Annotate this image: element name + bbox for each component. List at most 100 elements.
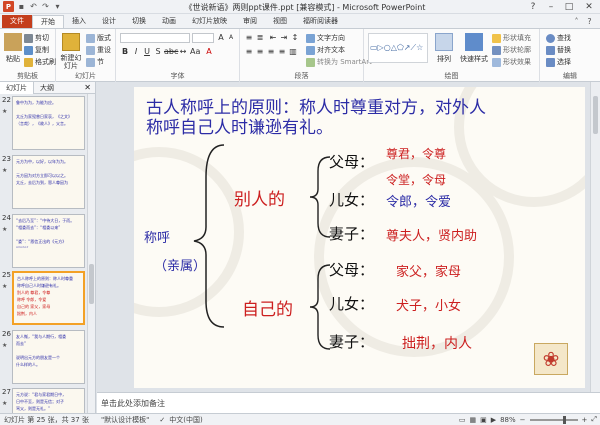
format-painter-button[interactable]: 格式刷 bbox=[24, 57, 56, 67]
arrange-button[interactable]: 排列 bbox=[432, 33, 456, 64]
slide-thumbnail[interactable]: 鲁中为为，为能为应。 太丘为家殁曾日家哀，《之文》 （言哉），《故人》，父言。 bbox=[12, 96, 85, 150]
shrink-font-icon[interactable]: A bbox=[226, 33, 236, 43]
zoom-level[interactable]: 88% bbox=[500, 416, 516, 424]
tab-foxit-reader[interactable]: 福昕阅读器 bbox=[295, 15, 346, 28]
tab-design[interactable]: 设计 bbox=[94, 15, 124, 28]
italic-icon[interactable]: I bbox=[131, 47, 141, 57]
font-size-combo[interactable] bbox=[192, 33, 214, 43]
tab-outline-panel[interactable]: 大纲 bbox=[34, 82, 60, 94]
underline-icon[interactable]: U bbox=[142, 47, 152, 57]
character-spacing-icon[interactable]: ↔ bbox=[178, 47, 188, 57]
language-status[interactable]: 中文(中国) bbox=[165, 415, 202, 425]
shadow-icon[interactable]: S bbox=[153, 47, 163, 57]
find-button[interactable]: 查找 bbox=[546, 33, 571, 43]
notes-pane[interactable]: 单击此处添加备注 bbox=[97, 392, 600, 413]
slides-panel-scroll-thumb[interactable] bbox=[89, 264, 94, 304]
shape-effects-button[interactable]: 形状效果 bbox=[492, 57, 531, 67]
normal-view-icon[interactable]: ▭ bbox=[459, 416, 466, 424]
tab-animations[interactable]: 动画 bbox=[154, 15, 184, 28]
cut-button[interactable]: 剪切 bbox=[24, 33, 49, 43]
fit-slide-icon[interactable]: ⤢ bbox=[591, 415, 597, 424]
theme-status[interactable]: "默认设计模板" bbox=[89, 415, 149, 425]
reset-label: 重设 bbox=[97, 46, 111, 54]
spellcheck-icon[interactable]: ✓ bbox=[149, 416, 165, 424]
reading-view-icon[interactable]: ▣ bbox=[480, 416, 487, 424]
shape-effects-label: 形状效果 bbox=[503, 58, 531, 66]
paste-button[interactable]: 粘贴 bbox=[3, 33, 23, 64]
save-icon[interactable]: ▪ bbox=[17, 2, 26, 11]
select-icon bbox=[546, 57, 555, 67]
shapes-gallery[interactable]: ▭▷○△⬠↗⟋☆ bbox=[368, 33, 428, 63]
ribbon: 粘贴 剪切 复制 格式刷 剪贴板 新建幻灯片 版式 重设 节 幻灯片 A A B… bbox=[0, 28, 600, 82]
copy-button[interactable]: 复制 bbox=[24, 45, 49, 55]
undo-icon[interactable]: ↶ bbox=[29, 2, 38, 11]
close-button[interactable]: ✕ bbox=[578, 0, 600, 14]
slide-thumbnail-text: 拙荆，内人 bbox=[17, 311, 37, 316]
quick-styles-button[interactable]: 快速样式 bbox=[459, 33, 489, 64]
close-panel-icon[interactable]: ✕ bbox=[84, 83, 95, 92]
slide-thumbnail[interactable]: 友人惭，“我与人期行，相委 而去” 说明出元方的朋友是一个 什么样的人。 bbox=[12, 330, 85, 384]
slide-thumbnail-selected[interactable]: 古人称呼上的原则：称人时尊重 称呼自己人时谦逊有礼。 别人的 尊君，令尊 称呼 令郎，… bbox=[12, 271, 85, 325]
reset-button[interactable]: 重设 bbox=[86, 45, 111, 55]
justify-icon[interactable]: ≡ bbox=[277, 47, 287, 57]
grow-font-icon[interactable]: A bbox=[216, 33, 226, 43]
shape-outline-button[interactable]: 形状轮廓 bbox=[492, 45, 531, 55]
align-left-icon[interactable]: ≡ bbox=[244, 47, 254, 57]
slide-transition-icon: ★ bbox=[2, 342, 8, 349]
current-slide[interactable]: 古人称呼上的原则：称人时尊重对方，对外人 称呼自己人时谦逊有礼。 称呼 （亲属）… bbox=[134, 87, 585, 388]
tab-view[interactable]: 视图 bbox=[265, 15, 295, 28]
align-right-icon[interactable]: ≡ bbox=[266, 47, 276, 57]
slide-scroll-thumb[interactable] bbox=[593, 96, 598, 134]
tab-insert[interactable]: 插入 bbox=[64, 15, 94, 28]
redo-icon[interactable]: ↷ bbox=[41, 2, 50, 11]
powerpoint-logo-icon[interactable]: P bbox=[3, 1, 14, 12]
tab-slides-panel[interactable]: 幻灯片 bbox=[0, 81, 34, 94]
slide-thumbnail-text: 元方说：“君与家君期日中， bbox=[16, 392, 67, 397]
slides-panel-scrollbar[interactable] bbox=[87, 94, 95, 413]
text-direction-button[interactable]: 文字方向 bbox=[306, 33, 345, 43]
minimize-button[interactable]: – bbox=[542, 0, 560, 14]
change-case-icon[interactable]: Aa bbox=[190, 47, 200, 57]
tab-home[interactable]: 开始 bbox=[32, 15, 64, 28]
own-brace bbox=[309, 264, 331, 350]
replace-icon bbox=[546, 45, 555, 55]
select-button[interactable]: 选择 bbox=[546, 57, 571, 67]
slide-thumbnail[interactable]: 元方为中，以好，以年为为。 元方因为对方立即可以以之。 太丘，去后为到，恩人尊因为 bbox=[12, 155, 85, 209]
maximize-button[interactable]: □ bbox=[560, 0, 578, 14]
slide-sorter-view-icon[interactable]: ▦ bbox=[469, 416, 476, 424]
new-slide-button[interactable]: 新建幻灯片 bbox=[59, 33, 83, 70]
help-icon[interactable]: ? bbox=[585, 17, 594, 26]
font-name-combo[interactable] bbox=[120, 33, 190, 43]
line-spacing-icon[interactable]: ↕ bbox=[290, 33, 300, 43]
section-button[interactable]: 节 bbox=[86, 57, 104, 67]
shape-fill-button[interactable]: 形状填充 bbox=[492, 33, 531, 43]
smartart-button[interactable]: 转换为 SmartArt bbox=[306, 57, 372, 67]
zoom-slider-knob[interactable] bbox=[562, 415, 566, 424]
columns-icon[interactable]: ▥ bbox=[288, 47, 298, 57]
tab-file[interactable]: 文件 bbox=[2, 15, 32, 28]
zoom-slider[interactable] bbox=[529, 415, 578, 424]
collapse-ribbon-icon[interactable]: ˄ bbox=[572, 17, 581, 26]
zoom-in-icon[interactable]: + bbox=[582, 416, 588, 424]
ribbon-options-icon[interactable]: ? bbox=[524, 0, 542, 14]
replace-button[interactable]: 替换 bbox=[546, 45, 571, 55]
strikethrough-icon[interactable]: abc bbox=[164, 47, 178, 57]
bullets-icon[interactable]: ≡ bbox=[244, 33, 254, 43]
tab-slide-show[interactable]: 幻灯片放映 bbox=[184, 15, 235, 28]
slide-thumbnail[interactable]: “去后乃至”：“中待大日，于而。 “相委而去”：“相委以来” “委”：“恩信正出的《… bbox=[12, 214, 85, 268]
font-color-icon[interactable]: A bbox=[204, 47, 214, 57]
slide-vertical-scrollbar[interactable] bbox=[590, 82, 600, 392]
tab-review[interactable]: 审阅 bbox=[235, 15, 265, 28]
increase-indent-icon[interactable]: ⇥ bbox=[279, 33, 289, 43]
tab-transitions[interactable]: 切换 bbox=[124, 15, 154, 28]
customize-quick-access-icon[interactable]: ▾ bbox=[53, 2, 62, 11]
numbering-icon[interactable]: ≣ bbox=[255, 33, 265, 43]
align-center-icon[interactable]: ≡ bbox=[255, 47, 265, 57]
slide-show-view-icon[interactable]: ▶ bbox=[491, 416, 496, 424]
bold-icon[interactable]: B bbox=[120, 47, 130, 57]
decrease-indent-icon[interactable]: ⇤ bbox=[268, 33, 278, 43]
align-text-button[interactable]: 对齐文本 bbox=[306, 45, 345, 55]
layout-button[interactable]: 版式 bbox=[86, 33, 111, 43]
zoom-out-icon[interactable]: − bbox=[520, 416, 526, 424]
others-parents-terms-top: 尊君，令尊 bbox=[386, 147, 447, 161]
